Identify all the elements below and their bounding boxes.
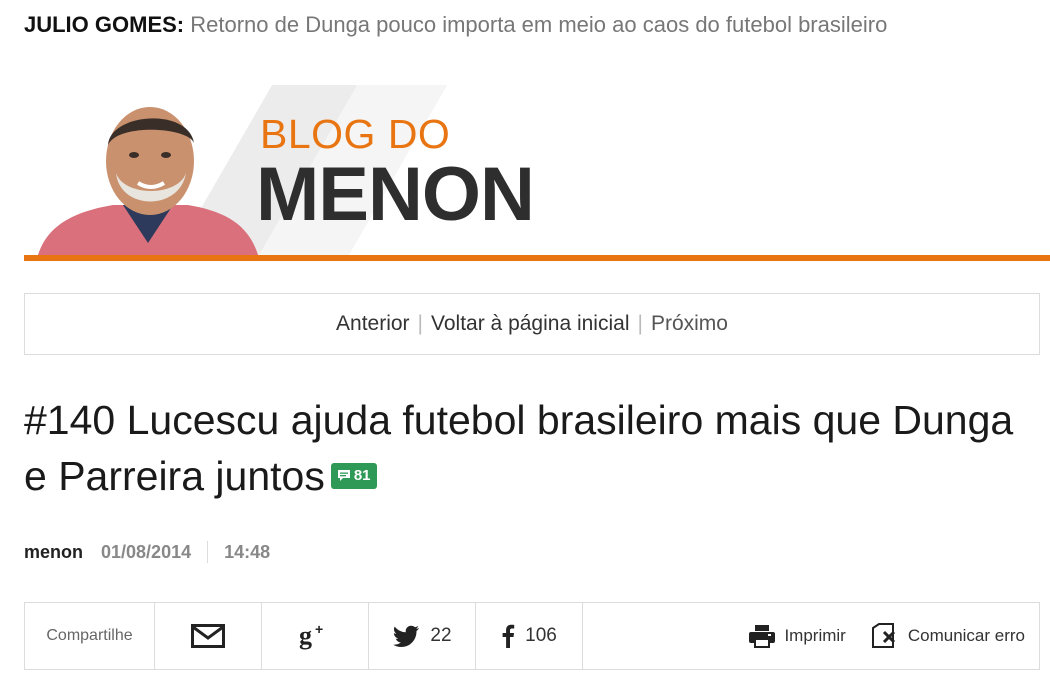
- post-time: 14:48: [224, 541, 271, 562]
- envelope-icon: [191, 624, 225, 648]
- twitter-share-button[interactable]: 22: [369, 603, 476, 669]
- home-link[interactable]: Voltar à página inicial: [431, 312, 629, 336]
- print-label: Imprimir: [784, 626, 846, 645]
- report-error-label: Comunicar erro: [907, 626, 1025, 645]
- printer-icon: [749, 625, 776, 648]
- blog-banner[interactable]: BLOG DO MENON: [24, 85, 1050, 261]
- email-share-button[interactable]: [155, 603, 262, 669]
- ticker-headline[interactable]: Retorno de Dunga pouco importa em meio a…: [190, 12, 887, 37]
- report-error-button[interactable]: Comunicar erro: [870, 623, 1025, 649]
- facebook-share-button[interactable]: 106: [476, 603, 583, 669]
- previous-link[interactable]: Anterior: [336, 312, 410, 336]
- report-error-icon: [871, 623, 895, 648]
- post-title-text: #140 Lucescu ajuda futebol brasileiro ma…: [24, 397, 1014, 499]
- ticker-author: JULIO GOMES:: [24, 12, 185, 37]
- comment-icon: [337, 470, 350, 481]
- banner-rule: [24, 255, 1050, 261]
- comments-badge[interactable]: 81: [330, 462, 377, 489]
- svg-text:+: +: [315, 622, 323, 637]
- ticker[interactable]: JULIO GOMES: Retorno de Dunga pouco impo…: [24, 12, 887, 38]
- meta-divider: [207, 541, 209, 563]
- share-bar: Compartilhe g + 22 106 Imprimir Comunicar…: [24, 602, 1040, 670]
- twitter-icon: [393, 625, 420, 647]
- comments-count: 81: [353, 466, 371, 484]
- share-label: Compartilhe: [25, 603, 155, 669]
- post-title: #140 Lucescu ajuda futebol brasileiro ma…: [24, 392, 1024, 504]
- author-photo: [38, 107, 258, 255]
- blog-title-large: MENON: [256, 152, 535, 237]
- pager-separator: |: [417, 312, 424, 335]
- share-actions: Imprimir Comunicar erro: [748, 623, 1039, 649]
- svg-text:g: g: [299, 622, 312, 650]
- google-plus-share-button[interactable]: g +: [262, 603, 369, 669]
- next-link[interactable]: Próximo: [651, 312, 728, 336]
- post-pager: Anterior | Voltar à página inicial | Pró…: [24, 293, 1040, 355]
- post-author[interactable]: menon: [24, 542, 83, 563]
- twitter-count: 22: [430, 625, 452, 646]
- post-meta: menon 01/08/2014 14:48: [24, 541, 270, 563]
- google-plus-icon: g +: [299, 622, 323, 650]
- print-button[interactable]: Imprimir: [748, 624, 846, 648]
- post-date: 01/08/2014: [101, 541, 192, 562]
- facebook-count: 106: [525, 625, 557, 646]
- facebook-icon: [502, 624, 515, 648]
- pager-separator: |: [637, 312, 643, 335]
